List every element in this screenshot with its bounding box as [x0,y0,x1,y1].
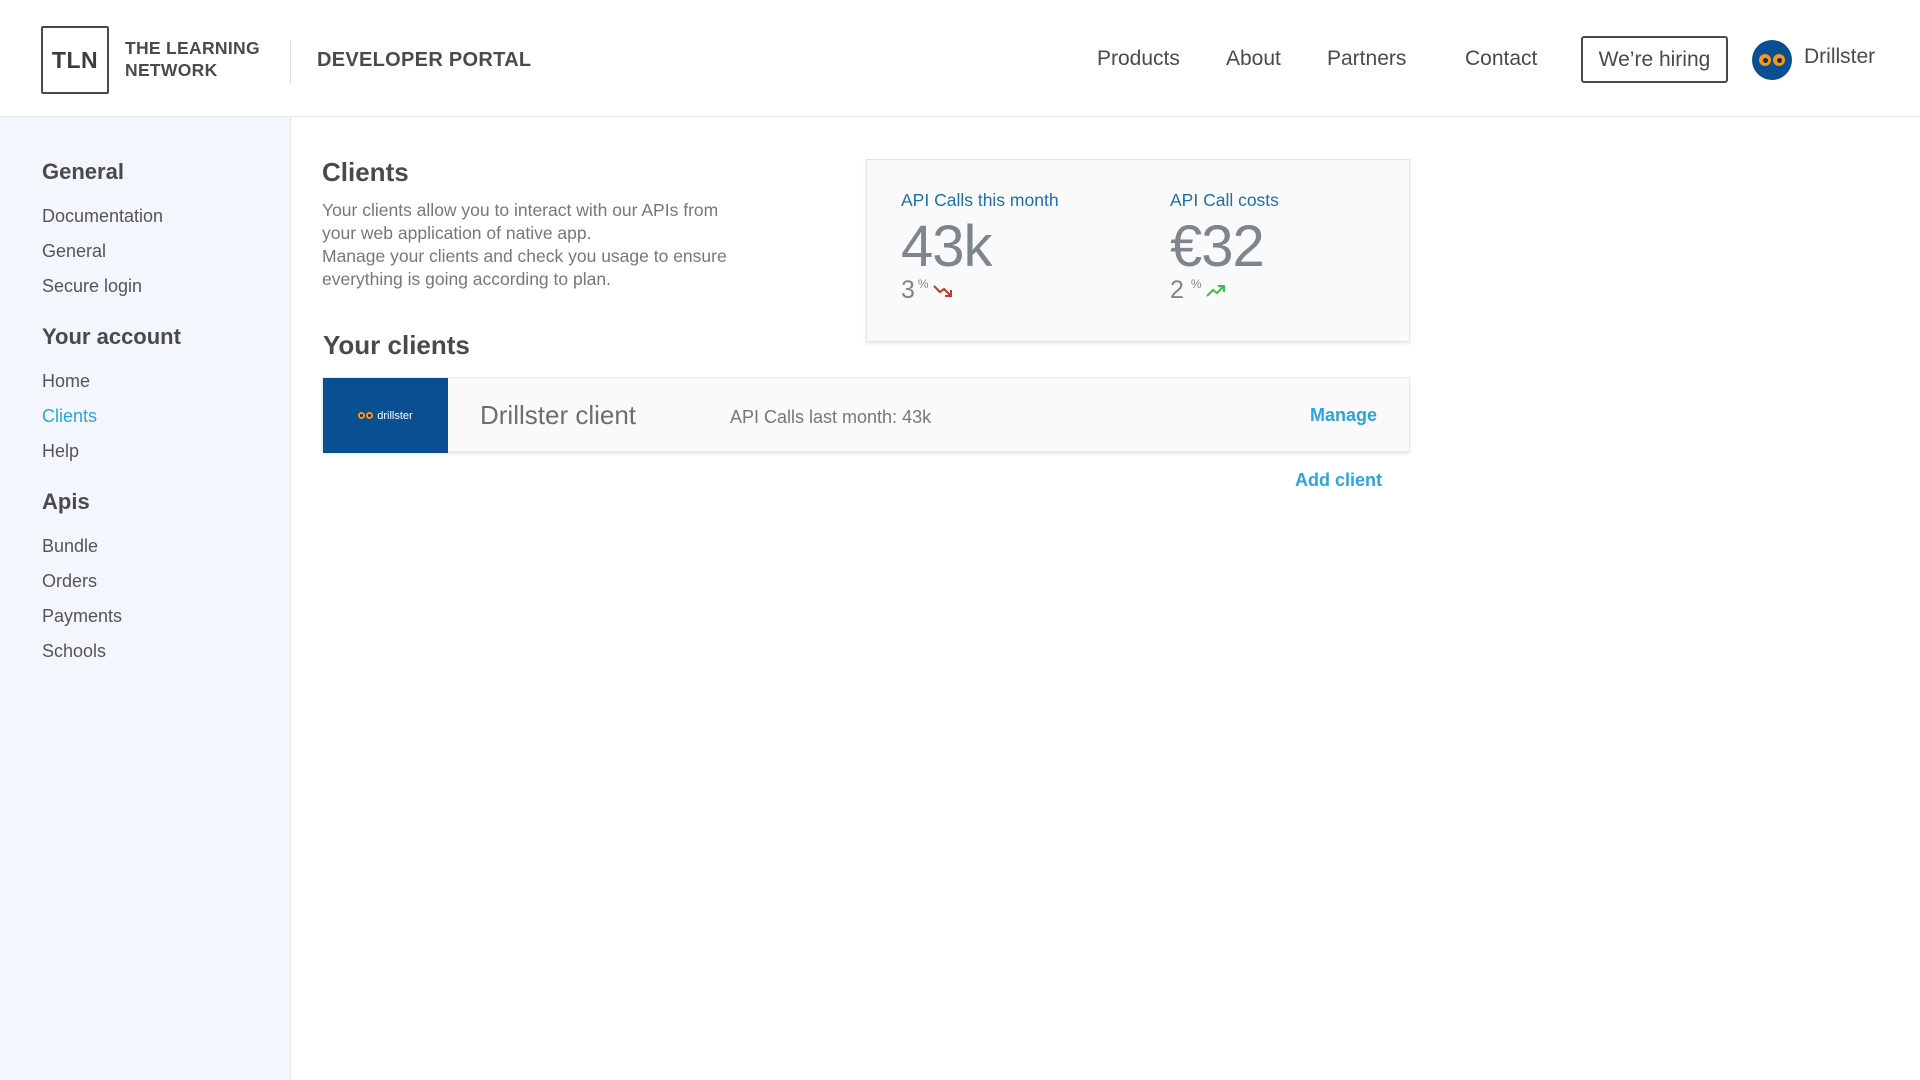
change-number: 3 [901,276,915,304]
nav-partners[interactable]: Partners [1327,47,1406,71]
stat-change: 2 % [1170,277,1279,303]
usage-stats-card: API Calls this month 43k 3 % API Call co… [866,159,1410,342]
logo-wordmark[interactable]: THE LEARNING NETWORK [125,37,260,81]
stat-label: API Call costs [1170,190,1279,210]
user-name[interactable]: Drillster [1804,45,1875,69]
page-title: Clients [322,157,409,187]
sidebar-item-schools[interactable]: Schools [42,641,106,662]
sidebar-item-bundle[interactable]: Bundle [42,536,98,557]
header-divider [290,40,291,84]
sidebar-item-orders[interactable]: Orders [42,571,97,592]
description-line: everything is going according to plan. [322,269,611,289]
description-line: Your clients allow you to interact with … [322,200,719,220]
client-logo-text: drillster [377,409,413,422]
stat-value: €32 [1170,214,1265,279]
manage-client-link[interactable]: Manage [1310,405,1377,426]
page-description: Your clients allow you to interact with … [322,199,772,291]
stat-label: API Calls this month [901,190,1059,210]
sidebar-heading-your-account: Your account [42,324,181,349]
sidebar-item-documentation[interactable]: Documentation [42,206,163,227]
portal-title: DEVELOPER PORTAL [317,49,532,71]
nav-products[interactable]: Products [1097,47,1180,71]
description-line: your web application of native app. [322,223,592,243]
sidebar-heading-apis: Apis [42,489,90,514]
logo-line-1: THE LEARNING [125,38,260,58]
sidebar-heading-general: General [42,159,124,184]
stat-value: 43k [901,214,993,279]
client-row: drillster Drillster client API Calls las… [322,377,1410,453]
nav-about[interactable]: About [1226,47,1281,71]
change-unit: % [917,277,929,291]
owl-eye-left [358,412,366,419]
nav-contact[interactable]: Contact [1465,47,1537,71]
stat-change: 3 % [901,277,1059,303]
owl-eye-left [1759,54,1771,66]
top-header: TLN THE LEARNING NETWORK DEVELOPER PORTA… [0,0,1920,117]
owl-avatar-icon[interactable] [1752,40,1792,80]
hiring-button[interactable]: We’re hiring [1581,36,1728,83]
owl-eye-right [1773,54,1785,66]
change-number: 2 [1170,276,1184,304]
client-name: Drillster client [480,400,637,430]
sidebar-item-payments[interactable]: Payments [42,606,122,627]
trend-down-icon [932,285,952,297]
sidebar-item-help[interactable]: Help [42,441,79,462]
sidebar-item-clients[interactable]: Clients [42,406,97,427]
sidebar-item-secure-login[interactable]: Secure login [42,276,142,297]
stat-api-costs: API Call costs €32 2 % [1170,190,1279,303]
your-clients-heading: Your clients [323,330,470,360]
owl-eye-right [366,412,374,419]
tln-logo-mark[interactable]: TLN [41,26,109,94]
add-client-link[interactable]: Add client [1295,470,1382,491]
sidebar-item-home[interactable]: Home [42,371,90,392]
stat-api-calls: API Calls this month 43k 3 % [901,190,1059,303]
drillster-logo: drillster [323,378,448,453]
client-usage: API Calls last month: 43k [730,407,932,427]
description-line: Manage your clients and check you usage … [322,246,727,266]
sidebar-item-general[interactable]: General [42,241,106,262]
trend-up-icon [1205,285,1225,297]
change-unit: % [1190,277,1202,291]
logo-line-2: NETWORK [125,60,218,80]
sidebar: General Documentation General Secure log… [0,117,291,1080]
owl-logo-icon [358,412,374,419]
